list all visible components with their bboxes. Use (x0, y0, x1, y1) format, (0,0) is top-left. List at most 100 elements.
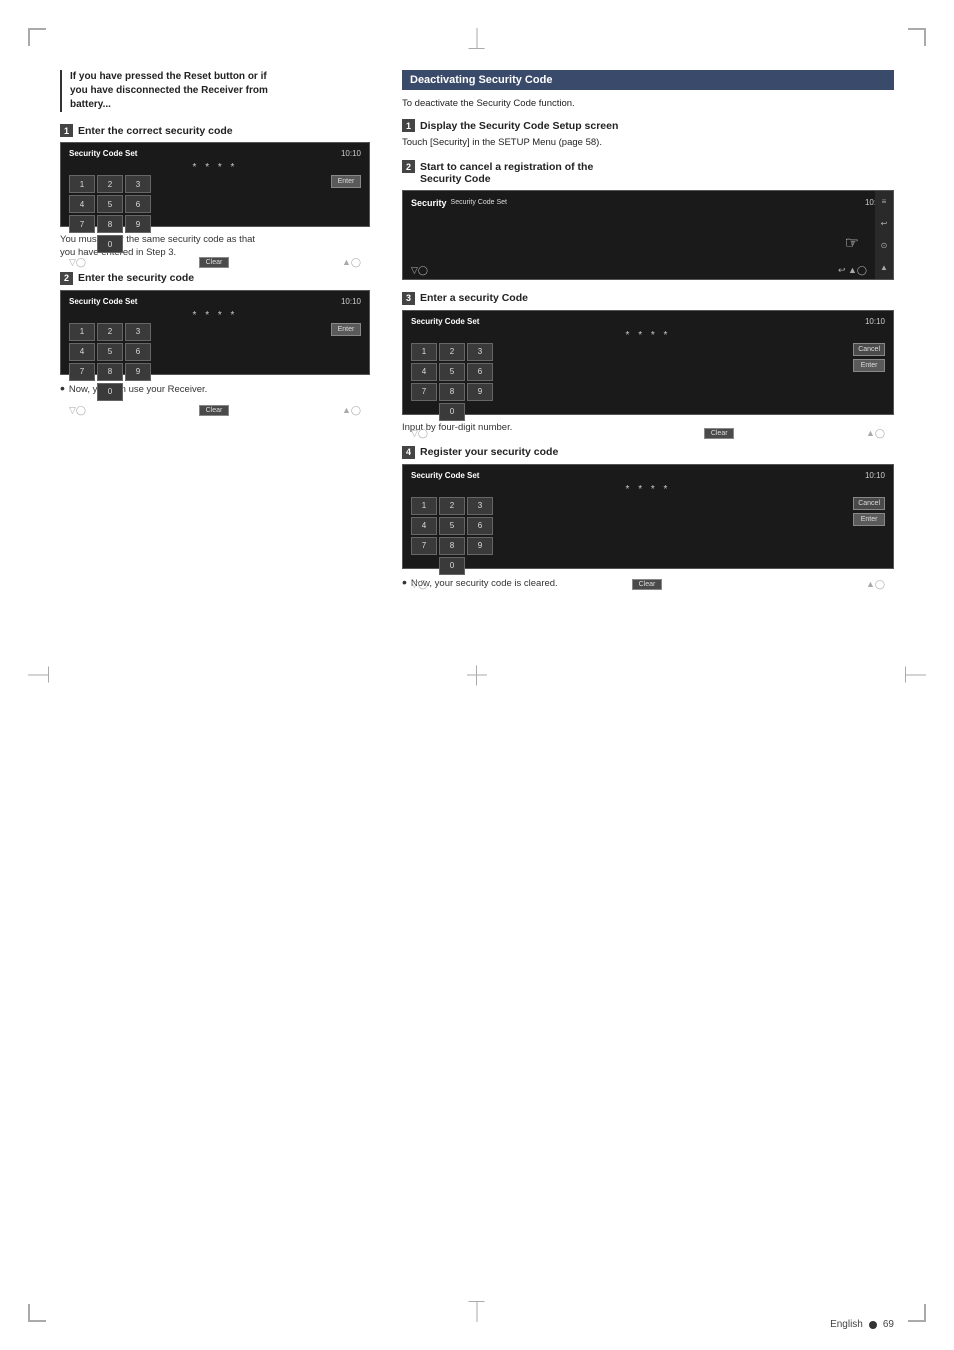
left-step2-num: 2 (60, 272, 73, 285)
right-step3-keypad-area: 1 2 3 4 5 6 7 8 9 0 (407, 343, 889, 421)
r3-key-7[interactable]: 7 (411, 383, 437, 401)
right-step2: 2 Start to cancel a registration of the … (402, 160, 894, 280)
security-screen-title: Security (411, 198, 447, 208)
r4-key-3[interactable]: 3 (467, 497, 493, 515)
left-step2-bottom: ▽◯ Clear ▲◯ (65, 403, 365, 418)
r3-key-0[interactable]: 0 (439, 403, 465, 421)
enter-btn-s1[interactable]: Enter (331, 175, 361, 188)
right-step3-title: Enter a security Code (420, 292, 528, 304)
icon-back: ↩ (881, 219, 888, 228)
s2-key-9[interactable]: 9 (125, 363, 151, 381)
clear-btn-r3[interactable]: Clear (704, 428, 734, 439)
crosshair-left (28, 675, 48, 676)
key-8[interactable]: 8 (97, 215, 123, 233)
right-step4-title: Register your security code (420, 446, 558, 458)
r3-key-5[interactable]: 5 (439, 363, 465, 381)
right-step4-dots: * * * * (407, 482, 889, 497)
s2-key-8[interactable]: 8 (97, 363, 123, 381)
icon-menu: ≡ (882, 197, 887, 206)
r3-key-2[interactable]: 2 (439, 343, 465, 361)
left-step1-keypad: 1 2 3 4 5 6 7 8 9 0 (69, 175, 151, 253)
left-step2-icon-left: ▽◯ (69, 405, 86, 416)
r4-key-0[interactable]: 0 (439, 557, 465, 575)
s2-key-2[interactable]: 2 (97, 323, 123, 341)
key-1[interactable]: 1 (69, 175, 95, 193)
right-step4-keypad: 1 2 3 4 5 6 7 8 9 0 (411, 497, 493, 575)
right-step3-screen: Security Code Set 10:10 * * * * 1 2 3 4 … (402, 310, 894, 415)
reset-note: If you have pressed the Reset button or … (60, 70, 370, 112)
r4-key-2[interactable]: 2 (439, 497, 465, 515)
left-step1-header: 1 Enter the correct security code (60, 124, 370, 137)
s2-key-1[interactable]: 1 (69, 323, 95, 341)
right-step3-icon-left: ▽◯ (411, 428, 428, 439)
enter-btn-s2l[interactable]: Enter (331, 323, 361, 336)
s2-key-3[interactable]: 3 (125, 323, 151, 341)
right-step2-title: Start to cancel a registration of the Se… (420, 161, 593, 185)
right-step4-num: 4 (402, 446, 415, 459)
icon-up: ▲ (880, 263, 888, 272)
finger-icon-r3: ☜ (560, 425, 573, 442)
r4-key-4[interactable]: 4 (411, 517, 437, 535)
r4-key-1[interactable]: 1 (411, 497, 437, 515)
r4-key-8[interactable]: 8 (439, 537, 465, 555)
section-intro: To deactivate the Security Code function… (402, 98, 894, 109)
s2-key-0[interactable]: 0 (97, 383, 123, 401)
footer-page: 69 (883, 1319, 894, 1330)
left-step2-icon-right: ▲◯ (342, 405, 361, 416)
r3-key-1[interactable]: 1 (411, 343, 437, 361)
r4-key-5[interactable]: 5 (439, 517, 465, 535)
key-5[interactable]: 5 (97, 195, 123, 213)
key-4[interactable]: 4 (69, 195, 95, 213)
key-9[interactable]: 9 (125, 215, 151, 233)
right-step1-num: 1 (402, 119, 415, 132)
clear-btn-s2[interactable]: Clear (199, 405, 229, 416)
left-step1-num: 1 (60, 124, 73, 137)
security-screen-subtitle: Security Code Set (447, 199, 507, 206)
r3-key-3[interactable]: 3 (467, 343, 493, 361)
cancel-btn-r4[interactable]: Cancel (853, 497, 885, 510)
key-7[interactable]: 7 (69, 215, 95, 233)
left-step2-screen-label: Security Code Set (69, 297, 137, 306)
r4-key-9[interactable]: 9 (467, 537, 493, 555)
s2-key-4[interactable]: 4 (69, 343, 95, 361)
footer-text: English (830, 1319, 863, 1330)
key-6[interactable]: 6 (125, 195, 151, 213)
clear-btn-s1[interactable]: Clear (199, 257, 229, 268)
right-step4-btns: Cancel Enter (853, 497, 885, 526)
reset-note-line3: battery... (70, 99, 111, 110)
clear-btn-r4[interactable]: Clear (632, 579, 662, 590)
s2-key-6[interactable]: 6 (125, 343, 151, 361)
s2-key-5[interactable]: 5 (97, 343, 123, 361)
right-step3-btns: Cancel Enter (853, 343, 885, 372)
reset-note-line1: If you have pressed the Reset button or … (70, 71, 267, 82)
right-step2-screen: Security Security Code Set 10:10 ☞ ≡ ↩ ⊙ (402, 190, 894, 280)
r3-key-6[interactable]: 6 (467, 363, 493, 381)
section-header: Deactivating Security Code (402, 70, 894, 90)
right-step4-screen-label: Security Code Set (411, 471, 479, 480)
s2-key-7[interactable]: 7 (69, 363, 95, 381)
cancel-btn-r3[interactable]: Cancel (853, 343, 885, 356)
right-step2-icon-right: ↩ ▲◯ (838, 265, 867, 276)
left-step1-title: Enter the correct security code (78, 125, 233, 137)
right-step1-header: 1 Display the Security Code Setup screen (402, 119, 894, 132)
left-step2-title: Enter the security code (78, 272, 194, 284)
right-step3-num: 3 (402, 292, 415, 305)
crosshair-right (906, 675, 926, 676)
security-title-bar: Security Security Code Set 10:10 (407, 195, 889, 211)
enter-btn-r3[interactable]: Enter (853, 359, 885, 372)
enter-btn-r4[interactable]: Enter (853, 513, 885, 526)
key-3[interactable]: 3 (125, 175, 151, 193)
r4-key-6[interactable]: 6 (467, 517, 493, 535)
r3-key-4[interactable]: 4 (411, 363, 437, 381)
r3-key-9[interactable]: 9 (467, 383, 493, 401)
r4-key-7[interactable]: 7 (411, 537, 437, 555)
right-step4: 4 Register your security code Security C… (402, 446, 894, 590)
left-step2-header: 2 Enter the security code (60, 272, 370, 285)
key-2[interactable]: 2 (97, 175, 123, 193)
left-step2-dots: * * * * (65, 308, 365, 323)
r3-key-8[interactable]: 8 (439, 383, 465, 401)
key-0[interactable]: 0 (97, 235, 123, 253)
left-step2-time: 10:10 (341, 297, 361, 306)
corner-br (908, 1304, 926, 1322)
right-step1-note: Touch [Security] in the SETUP Menu (page… (402, 137, 894, 148)
